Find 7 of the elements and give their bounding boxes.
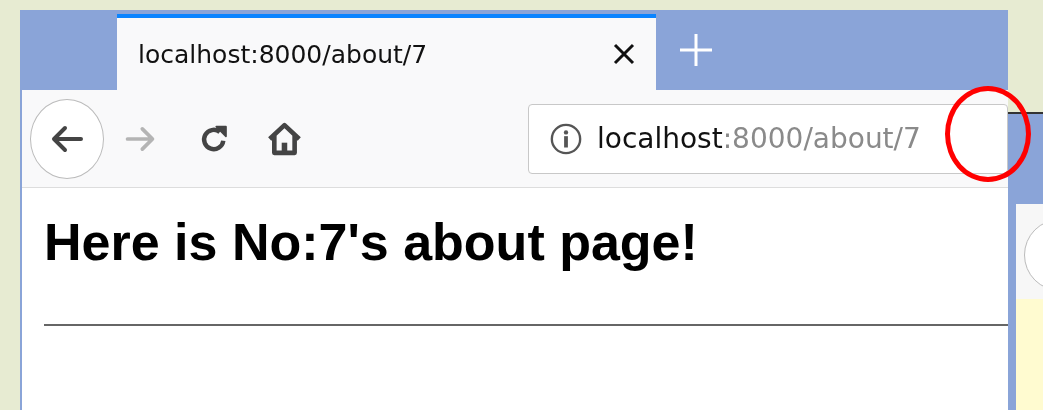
close-icon[interactable] bbox=[612, 42, 636, 66]
url-path: :8000/about/7 bbox=[722, 122, 921, 155]
address-bar[interactable]: localhost:8000/about/7 bbox=[528, 103, 1008, 174]
browser-tab[interactable]: localhost:8000/about/7 bbox=[117, 14, 656, 90]
info-icon bbox=[549, 121, 583, 156]
url-host: localhost bbox=[597, 122, 723, 155]
page-heading: Here is No:7's about page! bbox=[44, 212, 698, 273]
